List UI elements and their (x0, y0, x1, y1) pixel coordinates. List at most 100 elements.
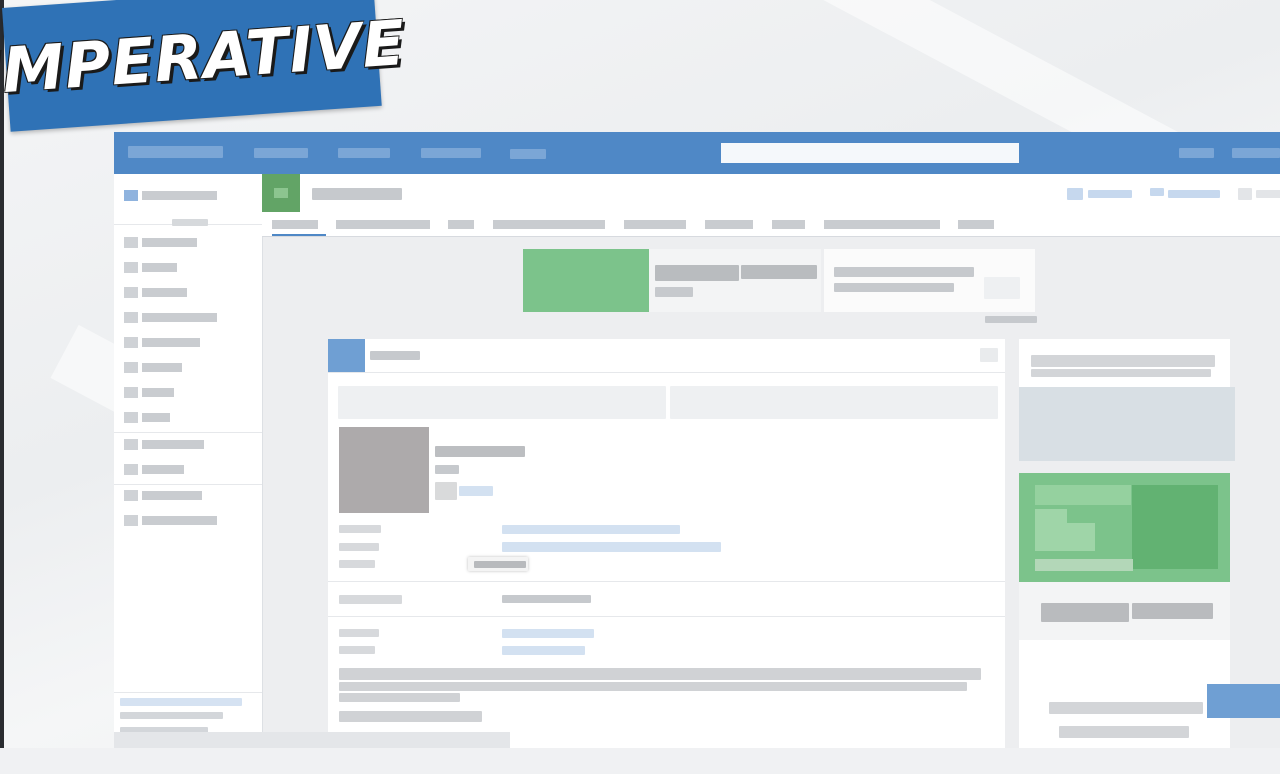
sidebar-divider (114, 432, 262, 433)
sidebar-item-label (142, 263, 177, 272)
sidebar-item-label (142, 338, 200, 347)
right-card (1019, 582, 1230, 640)
share-icon[interactable] (1150, 188, 1164, 196)
sidebar-footer-text (120, 712, 223, 719)
tab-bar (262, 214, 1280, 237)
tab-active-indicator (272, 234, 326, 236)
tab[interactable] (958, 220, 994, 229)
square-icon (124, 337, 138, 348)
promo-subtext (655, 287, 693, 297)
right-banner-image (1019, 387, 1235, 461)
panel-tab[interactable] (670, 386, 998, 419)
search-input[interactable] (721, 143, 1019, 163)
description-text (339, 711, 482, 722)
tab[interactable] (493, 220, 605, 229)
sidebar (114, 174, 263, 748)
panel-icon (328, 339, 365, 373)
sidebar-item-label (142, 363, 182, 372)
tooltip-text (474, 561, 526, 568)
promo-graphic (1035, 485, 1131, 505)
logo-placeholder[interactable] (128, 146, 223, 158)
right-card-heading (1041, 603, 1129, 622)
bottom-band (0, 748, 1280, 774)
profile-link[interactable] (459, 486, 493, 496)
more-button[interactable] (1256, 190, 1280, 198)
right-card (1019, 640, 1230, 748)
promo-caption (985, 316, 1037, 323)
like-button[interactable] (1088, 190, 1132, 198)
right-card-title (1031, 355, 1215, 367)
blurred-app-screenshot (114, 132, 1280, 748)
field-value-link[interactable] (502, 646, 585, 655)
description-text (339, 682, 967, 691)
footer-strip (114, 732, 510, 748)
profile-meta (435, 465, 459, 474)
sidebar-item-label (142, 388, 174, 397)
square-icon (124, 464, 138, 475)
promo-info-line (834, 267, 974, 277)
like-icon[interactable] (1067, 188, 1083, 200)
promo-graphic (1035, 509, 1067, 551)
window-edge (0, 0, 4, 774)
profile-photo (339, 427, 429, 513)
banner-title: IMPERATIVE (0, 5, 408, 109)
top-nav-bar (114, 132, 1280, 174)
square-icon (124, 387, 138, 398)
sidebar-divider (114, 484, 262, 485)
field-label (339, 629, 379, 637)
more-icon[interactable] (1238, 188, 1252, 200)
close-icon[interactable] (980, 348, 998, 362)
right-card-text (1049, 702, 1203, 714)
nav-item-right[interactable] (1179, 148, 1214, 158)
profile-badge (435, 482, 457, 500)
panel-divider (328, 581, 1005, 582)
field-value-link[interactable] (502, 525, 680, 534)
sidebar-item-label (142, 491, 202, 500)
tab[interactable] (624, 220, 686, 229)
field-label (339, 525, 381, 533)
tab[interactable] (705, 220, 753, 229)
page-header (262, 174, 1280, 214)
nav-item[interactable] (421, 148, 481, 158)
square-icon (124, 412, 138, 423)
nav-item[interactable] (254, 148, 308, 158)
chat-button[interactable] (1207, 684, 1280, 718)
nav-item[interactable] (510, 149, 546, 159)
title-banner: IMPERATIVE (0, 0, 408, 132)
promo-heading (655, 265, 739, 281)
sidebar-item-label (142, 413, 170, 422)
nav-item[interactable] (338, 148, 390, 158)
tab[interactable] (824, 220, 940, 229)
tab[interactable] (772, 220, 805, 229)
promo-text-card (649, 249, 821, 312)
square-icon (274, 188, 288, 198)
promo-image (523, 249, 649, 312)
promo-graphic (1132, 485, 1218, 569)
main-panel (328, 339, 1005, 748)
panel-tab[interactable] (338, 386, 666, 419)
sidebar-divider (114, 692, 262, 693)
page-avatar (262, 174, 300, 212)
sidebar-item-label (142, 440, 204, 449)
sidebar-footer-link[interactable] (120, 698, 242, 706)
description-text (339, 693, 460, 702)
description-text (339, 668, 981, 680)
sidebar-item-label (142, 238, 197, 247)
right-promo-image (1019, 473, 1230, 582)
square-icon (124, 515, 138, 526)
tab[interactable] (272, 220, 318, 229)
tab[interactable] (448, 220, 474, 229)
right-card (1019, 339, 1230, 387)
sidebar-item-label (142, 516, 217, 525)
square-icon (124, 190, 138, 201)
share-button[interactable] (1168, 190, 1220, 198)
field-value-link[interactable] (502, 542, 721, 552)
field-value-link[interactable] (502, 629, 594, 638)
page-title (312, 188, 402, 200)
right-card-heading (1132, 603, 1213, 619)
sidebar-section-label (172, 219, 208, 226)
profile-name (435, 446, 525, 457)
field-label (339, 646, 375, 654)
nav-item-right[interactable] (1232, 148, 1280, 158)
tab[interactable] (336, 220, 430, 229)
